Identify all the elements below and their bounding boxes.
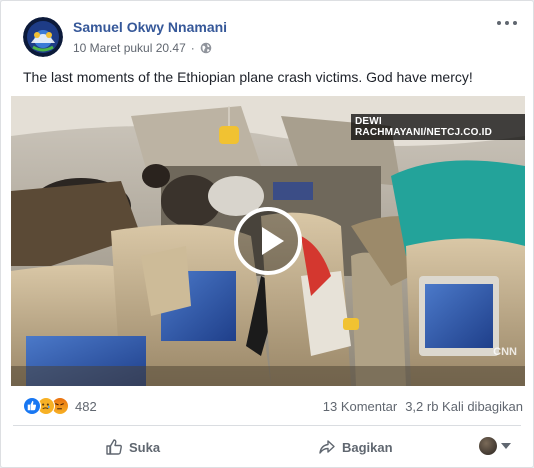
more-options-icon[interactable] bbox=[497, 17, 517, 29]
globe-icon[interactable] bbox=[200, 42, 212, 54]
comment-count[interactable]: 13 Komentar bbox=[323, 399, 397, 414]
post-card: Samuel Okwy Nnamani 10 Maret pukul 20.47… bbox=[0, 0, 534, 468]
reactions-summary[interactable]: 482 bbox=[23, 397, 97, 415]
thumbs-up-icon bbox=[105, 438, 123, 456]
post-meta: 10 Maret pukul 20.47 · bbox=[73, 41, 212, 55]
like-icon bbox=[23, 397, 41, 415]
share-button[interactable]: Bagikan bbox=[318, 431, 393, 463]
action-bar: Suka Bagikan bbox=[13, 431, 521, 463]
like-label: Suka bbox=[129, 439, 161, 455]
play-icon[interactable] bbox=[234, 207, 302, 275]
share-count[interactable]: 3,2 rb Kali dibagikan bbox=[405, 399, 523, 414]
engagement-counts: 13 Komentar 3,2 rb Kali dibagikan bbox=[323, 399, 523, 414]
reaction-count: 482 bbox=[75, 398, 97, 414]
post-message: The last moments of the Ethiopian plane … bbox=[23, 69, 473, 85]
share-label: Bagikan bbox=[342, 439, 393, 455]
author-name[interactable]: Samuel Okwy Nnamani bbox=[73, 19, 227, 35]
video-player[interactable]: DEWI RACHMAYANI/NETCJ.CO.ID CNN bbox=[11, 96, 525, 386]
post-timestamp[interactable]: 10 Maret pukul 20.47 bbox=[73, 41, 186, 55]
user-avatar bbox=[479, 437, 497, 455]
author-avatar[interactable] bbox=[23, 17, 63, 57]
divider bbox=[13, 425, 521, 426]
audience-selector[interactable] bbox=[479, 437, 511, 455]
like-button[interactable]: Suka bbox=[105, 431, 160, 463]
chevron-down-icon bbox=[501, 443, 511, 449]
video-watermark: DEWI RACHMAYANI/NETCJ.CO.ID bbox=[351, 114, 525, 140]
share-arrow-icon bbox=[318, 438, 336, 456]
video-corner-mark: CNN bbox=[493, 346, 517, 358]
